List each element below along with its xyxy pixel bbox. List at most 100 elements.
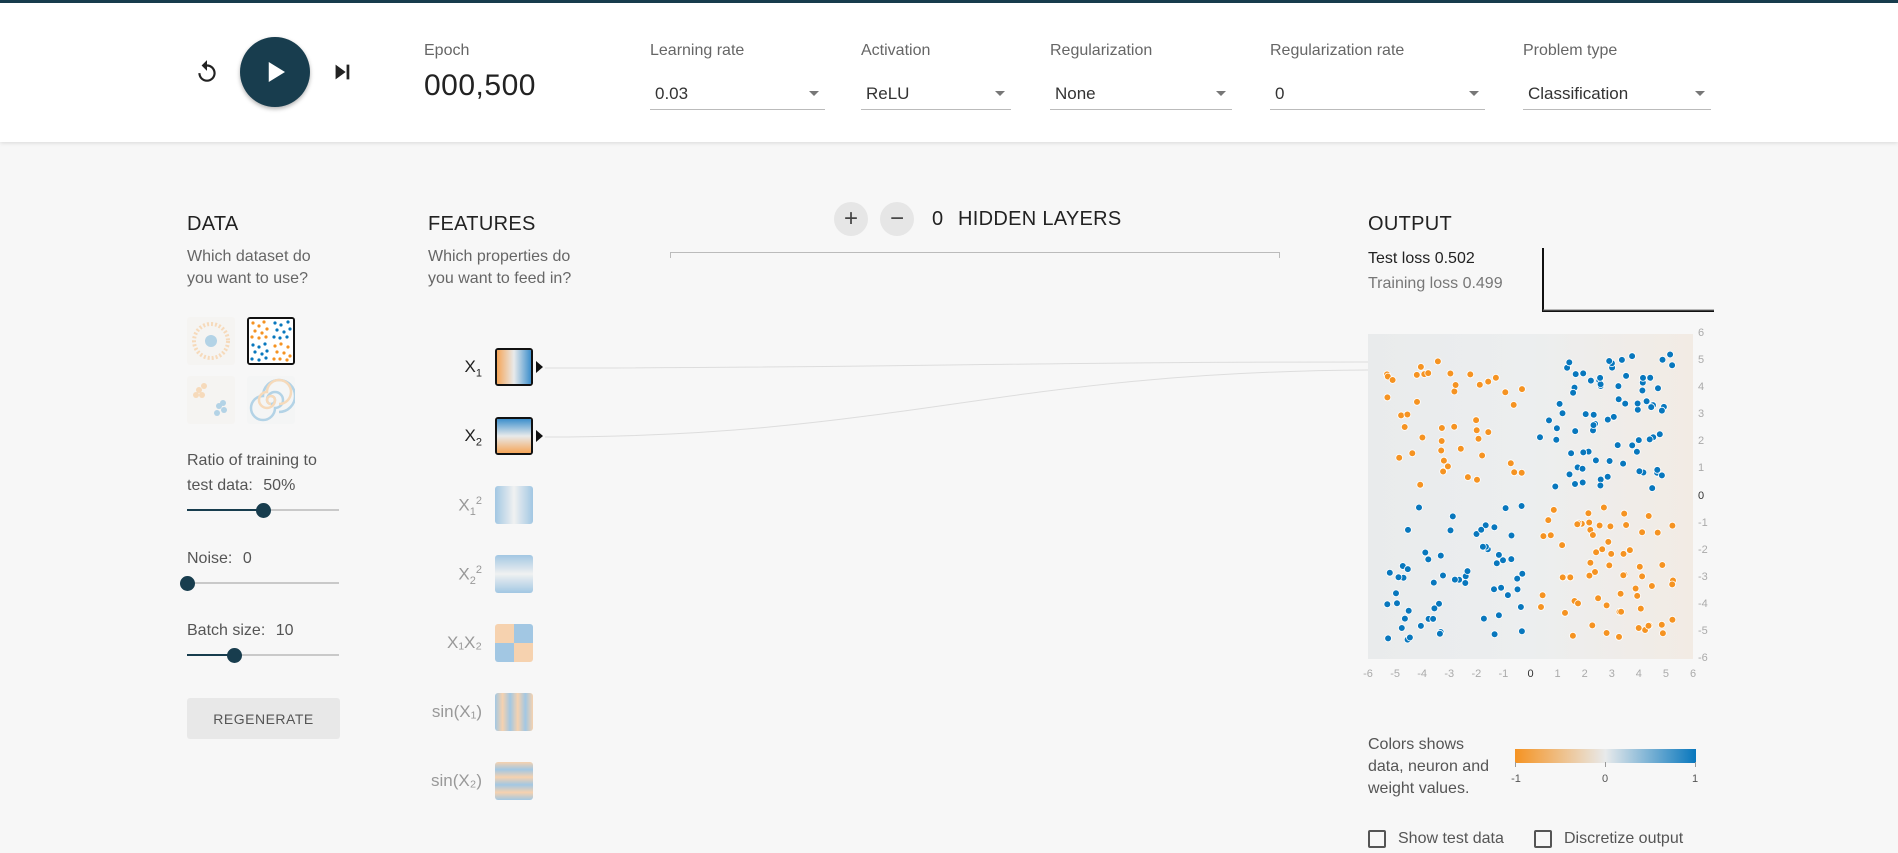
data-point	[1618, 356, 1626, 364]
data-point	[1633, 592, 1642, 600]
training-loss: Training loss 0.499	[1368, 275, 1503, 293]
data-point	[1653, 528, 1662, 537]
checkbox-box[interactable]	[1534, 830, 1552, 848]
data-point	[1589, 411, 1598, 419]
data-point	[1596, 481, 1605, 490]
add-layer-button[interactable]: +	[834, 202, 868, 236]
data-point	[1461, 579, 1470, 587]
data-point	[1404, 606, 1413, 615]
x-tick-label: 1	[1554, 668, 1561, 680]
legend-text: Colors shows data, neuron and weight val…	[1368, 736, 1489, 797]
minus-icon: −	[889, 205, 904, 232]
discretize-output-checkbox[interactable]: Discretize output	[1534, 830, 1683, 848]
data-point	[1642, 397, 1651, 405]
data-point	[1518, 627, 1526, 636]
data-point	[1585, 571, 1594, 580]
data-point	[1464, 473, 1472, 481]
data-point	[1517, 469, 1526, 477]
data-point	[1621, 399, 1630, 408]
data-point	[1588, 621, 1597, 630]
data-point	[1592, 456, 1600, 465]
y-tick-label: -6	[1698, 652, 1708, 664]
x-tick-label: -1	[1498, 668, 1509, 680]
data-point	[1604, 415, 1612, 424]
y-tick-label: 6	[1698, 327, 1705, 339]
data-point	[1430, 578, 1438, 587]
data-point	[1397, 624, 1406, 632]
data-point	[1446, 369, 1455, 378]
data-point	[1493, 559, 1501, 568]
data-point	[1418, 433, 1427, 442]
data-point	[1653, 466, 1662, 474]
data-point	[1478, 451, 1486, 460]
training-loss-label: Training loss	[1368, 275, 1459, 292]
y-tick-label: -1	[1698, 516, 1708, 529]
data-point	[1569, 631, 1577, 640]
data-point	[1550, 506, 1558, 514]
data-point	[1406, 633, 1414, 642]
hidden-layers-count: 0	[932, 208, 944, 230]
x-tick-label: -3	[1444, 668, 1455, 680]
data-point	[1596, 374, 1604, 382]
data-point	[1466, 370, 1475, 379]
data-point	[1394, 573, 1403, 582]
data-point	[1571, 480, 1579, 488]
data-point	[1495, 551, 1503, 559]
data-point	[1384, 634, 1392, 643]
data-point	[1490, 585, 1498, 594]
x-tick-label: 0	[1527, 668, 1534, 680]
data-point	[1600, 503, 1608, 512]
data-point	[1507, 531, 1516, 540]
y-tick-label: 2	[1698, 435, 1705, 448]
data-point	[1644, 621, 1653, 630]
x-tick-label: -5	[1390, 668, 1400, 680]
plus-icon: +	[843, 205, 858, 232]
discretize-output-label: Discretize output	[1564, 830, 1684, 847]
remove-layer-button[interactable]: −	[880, 202, 914, 236]
x-tick-label: 6	[1689, 668, 1697, 680]
data-point	[1392, 589, 1400, 598]
data-point	[1634, 624, 1643, 632]
data-point	[1537, 603, 1545, 611]
data-point	[1657, 620, 1666, 629]
data-point	[1474, 435, 1483, 443]
data-point	[1648, 484, 1657, 492]
data-point	[1545, 416, 1553, 425]
data-point	[1424, 369, 1432, 377]
data-point	[1622, 521, 1630, 529]
data-point	[1620, 509, 1629, 518]
data-point	[1385, 569, 1394, 577]
data-point	[1605, 561, 1614, 570]
data-point	[1479, 542, 1487, 551]
data-point	[1449, 512, 1457, 521]
data-point	[1654, 384, 1662, 392]
data-point	[1586, 558, 1595, 567]
data-point	[1668, 521, 1677, 530]
data-point	[1518, 385, 1526, 393]
data-point	[1581, 410, 1590, 418]
data-point	[1484, 377, 1492, 386]
data-point	[1403, 410, 1412, 419]
show-test-data-checkbox[interactable]: Show test data	[1368, 830, 1504, 848]
data-point	[1633, 405, 1642, 414]
data-point	[1631, 584, 1640, 593]
data-point	[1634, 436, 1643, 444]
checkbox-box[interactable]	[1368, 830, 1386, 848]
data-point	[1604, 538, 1613, 546]
data-point	[1579, 369, 1588, 378]
data-point	[1648, 582, 1656, 590]
output-title: OUTPUT	[1368, 213, 1453, 235]
data-point	[1403, 565, 1412, 573]
data-point	[1655, 430, 1664, 439]
data-point	[1400, 423, 1409, 431]
data-point	[1480, 614, 1488, 623]
data-point	[1408, 449, 1417, 458]
data-point	[1490, 630, 1499, 639]
data-point	[1446, 526, 1455, 535]
data-point	[1635, 563, 1644, 571]
data-point	[1552, 436, 1561, 444]
data-point	[1388, 376, 1397, 384]
x-tick-label: 5	[1662, 668, 1669, 680]
data-point	[1633, 399, 1642, 408]
y-tick-label: -3	[1698, 570, 1708, 583]
